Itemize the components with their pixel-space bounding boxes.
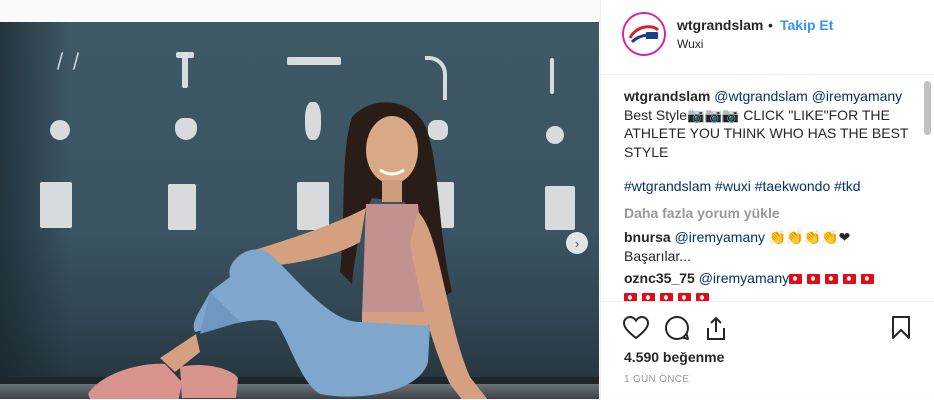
next-photo-button[interactable]: › — [566, 232, 588, 254]
comment-mention[interactable]: @iremyamany — [675, 229, 765, 245]
avatar[interactable] — [622, 12, 666, 56]
post-side-panel: wtgrandslam • Takip Et Wuxi wtgrandslam … — [600, 0, 934, 399]
comment-item: bnursa @iremyamany 👏👏👏👏❤ Başarılar... — [624, 228, 909, 265]
load-more-comments[interactable]: Daha fazla yorum yükle — [624, 205, 780, 221]
post-author-username[interactable]: wtgrandslam — [677, 17, 763, 33]
comment-username[interactable]: bnursa — [624, 229, 671, 245]
likes-count[interactable]: 4.590 beğenme — [624, 349, 724, 365]
caption-mention[interactable]: @wtgrandslam — [714, 88, 808, 104]
bookmark-icon[interactable] — [891, 315, 911, 340]
follow-button[interactable]: Takip Et — [780, 17, 833, 33]
post-actions: 4.590 beğenme 1 GÜN ÖNCE — [601, 301, 934, 400]
comment-icon[interactable] — [664, 315, 690, 341]
turkish-flag-icon — [624, 289, 714, 301]
turkish-flag-icon — [789, 270, 879, 286]
wt-logo-icon — [624, 14, 664, 54]
post-caption: wtgrandslam @wtgrandslam @iremyamany Bes… — [624, 87, 909, 161]
post-header: wtgrandslam • Takip Et Wuxi — [601, 0, 934, 75]
post-photo[interactable]: › — [0, 22, 599, 399]
heart-icon[interactable] — [623, 316, 649, 340]
comment-username[interactable]: oznc35_75 — [624, 270, 695, 286]
chevron-right-icon: › — [574, 235, 580, 251]
share-icon[interactable] — [705, 315, 727, 341]
caption-hashtags[interactable]: #wtgrandslam #wuxi #taekwondo #tkd — [624, 177, 909, 196]
caption-mention[interactable]: @iremyamany — [812, 88, 902, 104]
post-timestamp[interactable]: 1 GÜN ÖNCE — [624, 374, 689, 385]
comments-scrollbar[interactable] — [924, 81, 931, 135]
comment-item: oznc35_75 @iremyamany — [624, 269, 909, 301]
comment-text: Başarılar... — [624, 247, 691, 264]
caption-text: Best Style📷📷📷 CLICK "LIKE"FOR THE ATHLET… — [624, 106, 909, 160]
post-location[interactable]: Wuxi — [677, 37, 703, 51]
comment-mention[interactable]: @iremyamany — [699, 270, 789, 286]
comments-section[interactable]: wtgrandslam @wtgrandslam @iremyamany Bes… — [601, 75, 934, 301]
comment-text: 👏👏👏👏❤ — [768, 229, 851, 245]
athlete-figure — [88, 102, 488, 399]
caption-username[interactable]: wtgrandslam — [624, 88, 710, 104]
header-separator: • — [768, 17, 773, 33]
